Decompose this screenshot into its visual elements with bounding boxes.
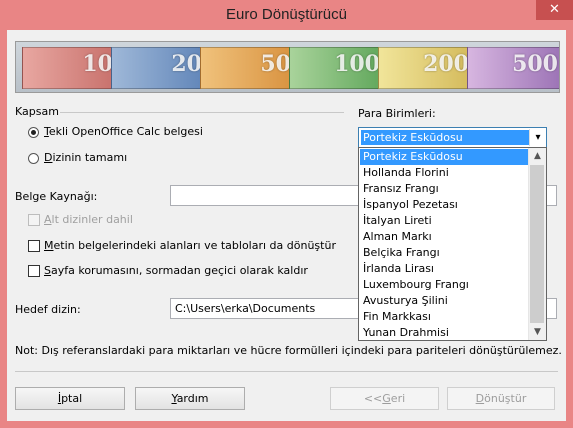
banknote-100: 100: [289, 47, 386, 89]
window-title: Euro Dönüştürücü: [226, 6, 347, 23]
cancel-button[interactable]: İptal: [15, 387, 125, 410]
currency-option[interactable]: Luxembourg Frangı: [360, 277, 531, 293]
scroll-down-arrow-icon[interactable]: ▼: [529, 324, 546, 340]
banknote-50: 50: [200, 47, 297, 89]
euro-banknotes-banner: 10 20 50 100 200 500: [15, 41, 560, 93]
include-subdirectories-label[interactable]: Alt dizinler dahil: [44, 213, 133, 226]
convert-button[interactable]: Dönüştür: [447, 387, 555, 410]
currency-option[interactable]: Avusturya Şilini: [360, 293, 531, 309]
help-button[interactable]: Yardım: [135, 387, 245, 410]
currency-dropdown-list[interactable]: Portekiz Eskūdosu Hollanda Florini Frans…: [358, 147, 547, 341]
currency-option[interactable]: İtalyan Lireti: [360, 213, 531, 229]
scope-group-separator: [60, 112, 344, 113]
currency-option[interactable]: İspanyol Pezetası: [360, 197, 531, 213]
currency-option[interactable]: Fransız Frangı: [360, 181, 531, 197]
close-button[interactable]: ✕: [536, 0, 573, 20]
back-button[interactable]: <<Geri: [330, 387, 439, 410]
button-row-separator: [15, 371, 558, 372]
banknote-20: 20: [111, 47, 208, 89]
single-document-radio[interactable]: [28, 127, 39, 138]
window-border-bottom: [0, 421, 573, 428]
window-border-right: [566, 30, 573, 428]
chevron-down-icon[interactable]: ▾: [529, 129, 546, 146]
whole-directory-label[interactable]: Dizinin tamamı: [44, 151, 127, 164]
currency-option[interactable]: Fin Markkası: [360, 309, 531, 325]
whole-directory-radio[interactable]: [28, 153, 39, 164]
currency-option[interactable]: Alman Markı: [360, 229, 531, 245]
dropdown-scrollbar[interactable]: ▲ ▼: [528, 148, 546, 340]
window-border-left: [0, 30, 7, 428]
include-subdirectories-checkbox[interactable]: [28, 214, 40, 226]
remove-sheet-protection-label[interactable]: Sayfa korumasını, sormadan geçici olarak…: [44, 264, 308, 277]
conversion-note: Not: Dış referanslardaki para miktarları…: [15, 344, 562, 357]
currency-option[interactable]: İrlanda Lirası: [360, 261, 531, 277]
convert-fields-tables-label[interactable]: Metin belgelerindeki alanları ve tablola…: [44, 239, 336, 252]
remove-sheet-protection-checkbox[interactable]: [28, 265, 40, 277]
currency-selected-value[interactable]: Portekiz Eskūdosu: [361, 130, 529, 145]
banknote-500: 500: [467, 47, 559, 89]
currency-option[interactable]: Yunan Drahmisi: [360, 325, 531, 340]
banknote-10: 10: [22, 47, 119, 89]
target-directory-label: Hedef dizin:: [15, 303, 81, 316]
banknote-200: 200: [378, 47, 475, 89]
source-document-label: Belge Kaynağı:: [15, 190, 98, 203]
currency-option[interactable]: Belçika Frangı: [360, 245, 531, 261]
convert-fields-tables-checkbox[interactable]: [28, 240, 40, 252]
scroll-up-arrow-icon[interactable]: ▲: [529, 148, 546, 164]
scope-group-label: Kapsam: [15, 105, 59, 118]
currency-option[interactable]: Portekiz Eskūdosu: [360, 149, 531, 165]
currencies-label: Para Birimleri:: [358, 107, 436, 120]
single-document-label[interactable]: Tekli OpenOffice Calc belgesi: [44, 125, 203, 138]
currency-option[interactable]: Hollanda Florini: [360, 165, 531, 181]
scrollbar-thumb[interactable]: [530, 165, 544, 323]
